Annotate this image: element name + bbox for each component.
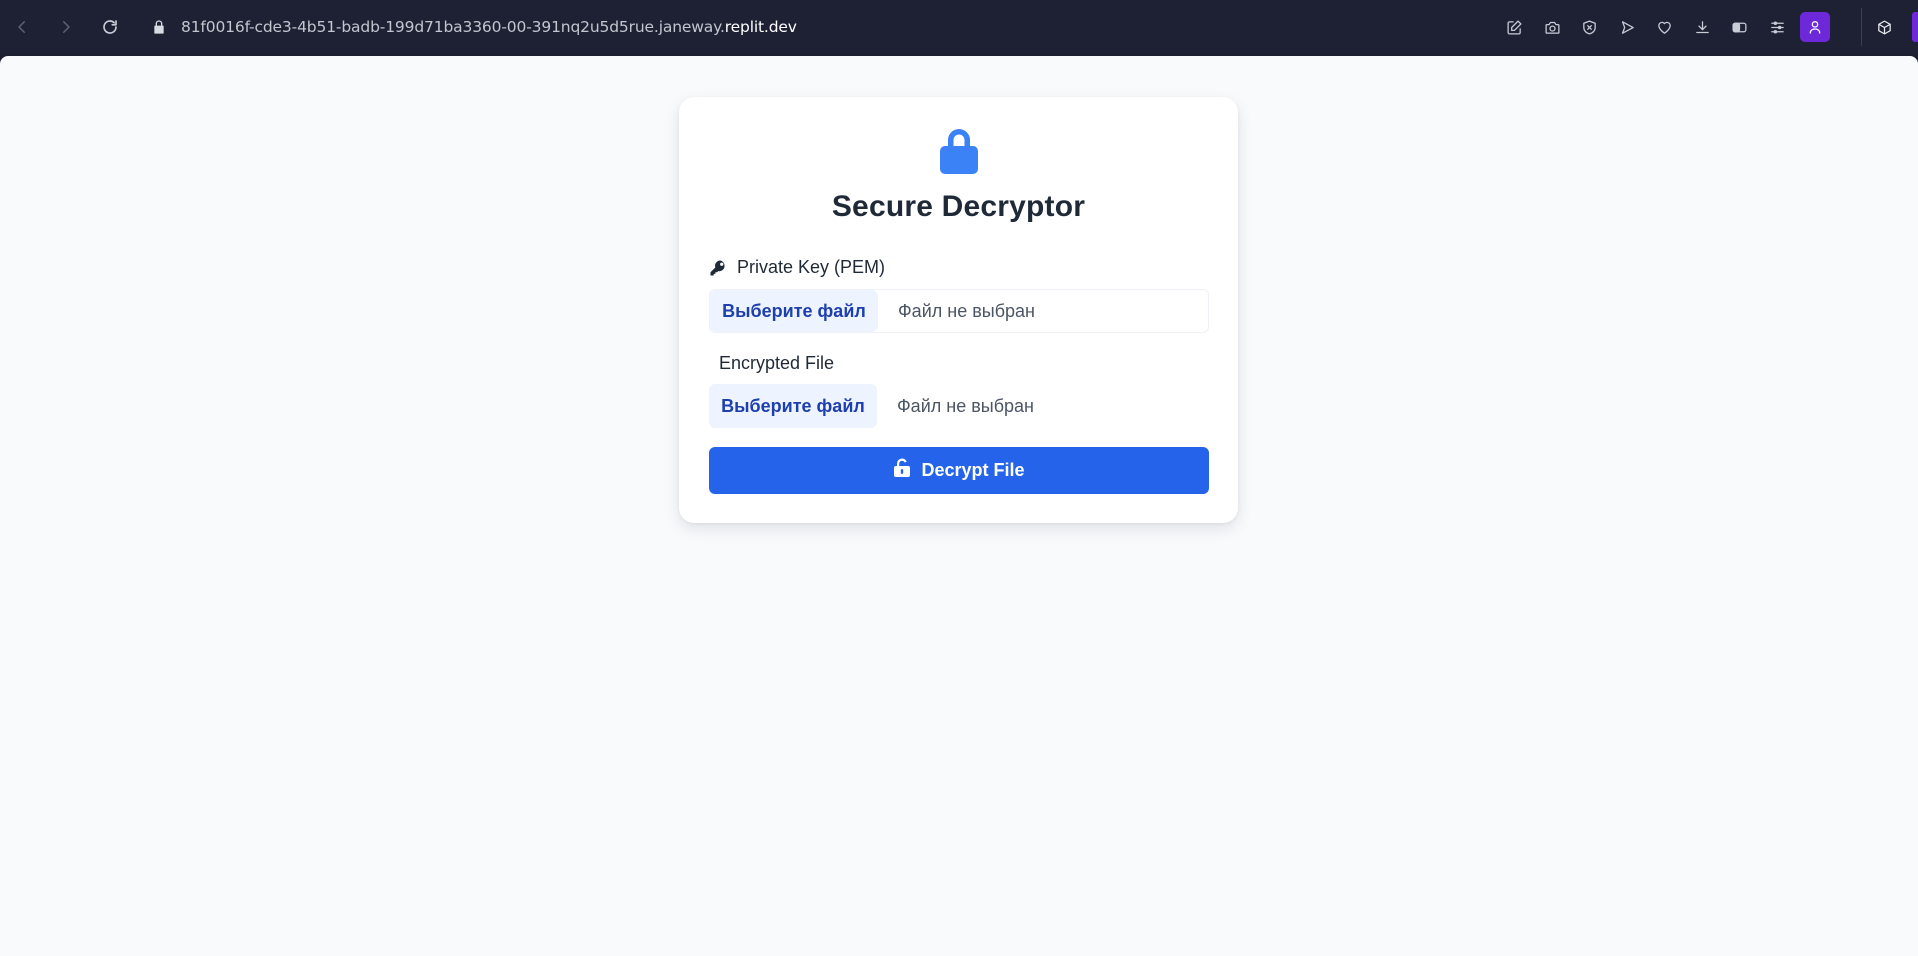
private-key-label: Private Key (PEM) <box>709 257 885 278</box>
chevron-right-icon <box>63 21 70 33</box>
favorites-button[interactable] <box>1647 9 1683 45</box>
private-key-label-text: Private Key (PEM) <box>737 257 886 277</box>
heart-icon <box>1658 21 1671 34</box>
decryptor-card: Secure Decryptor Private Key (PEM) Выбер… <box>679 97 1238 523</box>
shield-icon <box>1583 19 1596 35</box>
send-icon <box>1621 20 1634 34</box>
forward-button[interactable] <box>47 8 85 46</box>
profile-button[interactable] <box>1800 12 1830 42</box>
page-title: Secure Decryptor <box>831 190 1086 223</box>
decrypt-button[interactable]: Decrypt File <box>709 447 1209 494</box>
url-subdomain: 81f0016f-cde3-4b51-badb-199d71ba3360-00-… <box>181 18 725 36</box>
profile-icon <box>1809 21 1821 34</box>
battery-icon <box>1732 22 1747 32</box>
screenshot-button[interactable] <box>1534 9 1570 45</box>
back-button[interactable] <box>3 8 41 46</box>
menu-icon <box>1770 20 1784 34</box>
reload-button[interactable] <box>91 8 129 46</box>
reload-icon <box>103 20 117 34</box>
side-panel-accent <box>1912 12 1918 42</box>
download-icon <box>1695 20 1709 33</box>
browser-toolbar-icons <box>1495 8 1830 46</box>
edit-button[interactable] <box>1497 9 1533 45</box>
decrypt-button-label: Decrypt File <box>921 460 1025 480</box>
private-key-choose-file-button[interactable]: Выберите файл <box>710 290 878 332</box>
private-key-file-status: Файл не выбран <box>898 300 1035 321</box>
lock-icon <box>940 129 978 174</box>
downloads-button[interactable] <box>1684 9 1720 45</box>
shield-button[interactable] <box>1572 9 1608 45</box>
cube-icon <box>1877 19 1891 35</box>
private-key-file-input[interactable]: Выберите файл Файл не выбран <box>709 289 1209 333</box>
unlock-icon <box>894 458 911 477</box>
edit-icon <box>1507 19 1522 35</box>
battery-saver-button[interactable] <box>1722 9 1758 45</box>
menu-button[interactable] <box>1759 9 1795 45</box>
browser-toolbar: 81f0016f-cde3-4b51-badb-199d71ba3360-00-… <box>0 0 1918 54</box>
send-button[interactable] <box>1609 9 1645 45</box>
encrypted-file-status: Файл не выбран <box>897 395 1034 416</box>
key-icon <box>710 260 725 275</box>
page-content: Secure Decryptor Private Key (PEM) Выбер… <box>0 56 1918 956</box>
camera-icon <box>1544 21 1560 34</box>
encrypted-file-label: Encrypted File <box>719 353 834 374</box>
extensions-button[interactable] <box>1867 10 1901 44</box>
encrypted-file-label-text: Encrypted File <box>719 353 835 373</box>
encrypted-file-input[interactable]: Выберите файл Файл не выбран <box>709 384 1209 428</box>
lock-icon <box>154 20 164 34</box>
address-bar[interactable]: 81f0016f-cde3-4b51-badb-199d71ba3360-00-… <box>151 8 797 46</box>
chevron-left-icon <box>18 21 25 33</box>
encrypted-choose-file-button[interactable]: Выберите файл <box>709 384 877 428</box>
toolbar-divider <box>1861 8 1862 46</box>
url-host: replit.dev <box>724 18 797 36</box>
